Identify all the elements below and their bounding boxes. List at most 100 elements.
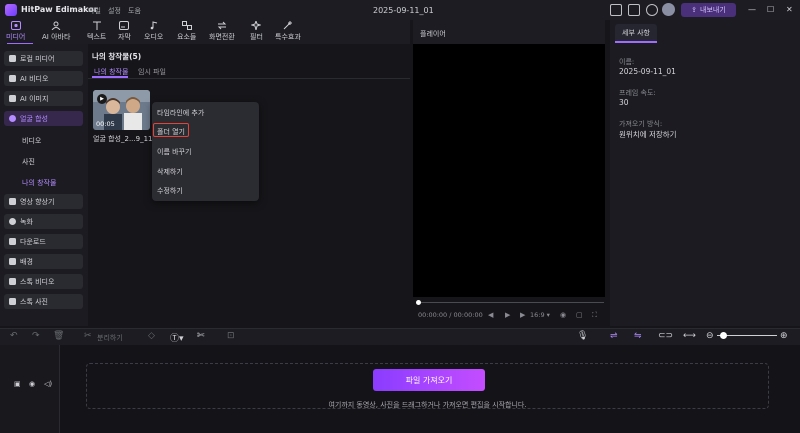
tab-effects-label: 특수효과 <box>275 33 301 41</box>
tab-subtitle[interactable]: 자막 <box>118 21 131 43</box>
import-mode-value: 원위치에 저장하기 <box>619 130 677 139</box>
timecode: 00:00:00 / 00:00:00 <box>418 311 483 319</box>
export-frame-icon[interactable]: ⊡ <box>227 331 235 341</box>
play-icon: ▶ <box>97 94 107 104</box>
project-title: 2025-09-11_01 <box>373 6 434 15</box>
highlight-box <box>153 123 189 137</box>
sidebar-item-ai-video[interactable]: AI 비디오 <box>4 71 83 86</box>
tab-temp-files[interactable]: 임시 파일 <box>138 67 166 77</box>
sidebar-item-label: 영상 향상기 <box>20 197 55 206</box>
import-file-button[interactable]: 파일 가져오기 <box>373 369 485 391</box>
menu-item-rename[interactable]: 이름 바꾸기 <box>157 147 191 157</box>
sidebar-item-ai-image[interactable]: AI 이미지 <box>4 91 83 106</box>
tab-elements[interactable]: 요소들 <box>177 21 196 43</box>
delete-icon[interactable]: 🗑 <box>53 331 64 341</box>
sidebar-sub-my-creations[interactable]: 나의 창작물 <box>22 178 56 188</box>
playhead-handle[interactable] <box>416 300 421 305</box>
sidebar-item-stock-photo[interactable]: 스톡 사진 <box>4 294 83 309</box>
sidebar-sub-video[interactable]: 비디오 <box>22 136 41 146</box>
time-total: 00:00:00 <box>453 311 483 319</box>
tab-details[interactable]: 세부 사항 <box>615 24 657 42</box>
export-button[interactable]: ⇪ 내보내기 <box>681 3 736 17</box>
eye-icon[interactable]: ◉ <box>29 380 35 388</box>
sidebar-sub-photo[interactable]: 사진 <box>22 157 35 167</box>
tab-audio[interactable]: 오디오 <box>144 21 163 43</box>
tab-text-label: 텍스트 <box>87 33 107 41</box>
tab-ai-avatar[interactable]: AI 아바타 <box>42 21 70 43</box>
menu-file[interactable]: 파일 <box>88 6 101 16</box>
feedback-icon[interactable] <box>628 4 640 16</box>
magnet-icon[interactable]: ⇌ <box>610 331 618 341</box>
tab-text[interactable]: 텍스트 <box>87 21 106 43</box>
ai-image-icon <box>9 95 16 102</box>
sidebar-item-label: 로컬 미디어 <box>20 54 55 63</box>
sidebar-item-stock-video[interactable]: 스톡 비디오 <box>4 274 83 289</box>
sidebar-item-record[interactable]: 녹화 <box>4 214 83 229</box>
sidebar-item-label: 얼굴 합성 <box>20 114 48 123</box>
ai-cut-icon[interactable]: ✄ <box>197 331 205 341</box>
export-label: 내보내기 <box>700 6 726 14</box>
fit-icon[interactable]: ⟷ <box>683 331 696 341</box>
enhancer-icon <box>9 198 16 205</box>
layout-icon[interactable] <box>610 4 622 16</box>
sidebar-item-background[interactable]: 배경 <box>4 254 83 269</box>
link-icon[interactable]: ⇋ <box>634 331 642 341</box>
tab-effects[interactable]: 특수효과 <box>275 21 301 43</box>
microphone-icon[interactable]: 🎙 <box>577 331 588 341</box>
menu-settings[interactable]: 설정 <box>108 6 121 16</box>
drop-hint: 여기까지 동영상, 사진을 드래그하거나 가져오면 편집을 시작합니다. <box>328 401 527 409</box>
tab-transition-label: 화면전환 <box>209 33 235 41</box>
speaker-icon[interactable]: ◁) <box>44 380 52 388</box>
tab-filter[interactable]: 필터 <box>250 21 263 43</box>
video-preview <box>413 44 605 297</box>
next-frame-icon[interactable]: ▶ <box>520 311 525 319</box>
crop-icon[interactable]: ▢ <box>576 311 583 319</box>
undo-icon[interactable]: ↶ <box>10 331 18 341</box>
photo-icon <box>9 298 16 305</box>
sidebar-item-label: 배경 <box>20 257 33 266</box>
divider <box>88 78 410 79</box>
shield-icon[interactable]: ◇ <box>148 331 155 341</box>
chain-icon[interactable]: ⊂⊃ <box>658 331 673 341</box>
menu-item-add-to-timeline[interactable]: 타임라인에 추가 <box>157 108 204 118</box>
zoom-in-icon[interactable]: ⊕ <box>780 331 788 341</box>
prev-frame-icon[interactable]: ◀ <box>488 311 493 319</box>
user-avatar[interactable] <box>662 3 675 16</box>
time-current: 00:00:00 <box>418 311 448 319</box>
redo-icon[interactable]: ↷ <box>32 331 40 341</box>
face-icon <box>9 115 16 122</box>
download-icon[interactable] <box>646 4 658 16</box>
effects-icon <box>283 21 292 30</box>
fps-label: 프레임 속도: <box>619 89 656 97</box>
text-tool-icon[interactable]: Ⓣ▾ <box>170 331 184 344</box>
track-lock-icon[interactable]: ▣ <box>14 380 21 388</box>
minimize-icon[interactable]: — <box>748 5 756 14</box>
sidebar-item-download[interactable]: 다운로드 <box>4 234 83 249</box>
app-name: HitPaw Edimakor <box>21 5 98 14</box>
snapshot-icon[interactable]: ◉ <box>560 311 566 319</box>
record-icon <box>9 218 16 225</box>
fullscreen-icon[interactable]: ⛶ <box>592 311 597 320</box>
zoom-out-icon[interactable]: ⊖ <box>706 331 714 341</box>
scissors-icon[interactable]: ✂ <box>84 331 92 341</box>
play-icon <box>9 258 16 265</box>
name-value: 2025-09-11_01 <box>619 67 676 76</box>
sidebar-item-face-swap[interactable]: 얼굴 합성 <box>4 111 83 126</box>
app-logo-icon <box>5 4 17 16</box>
play-icon[interactable]: ▶ <box>505 311 510 319</box>
subtitle-icon <box>119 21 130 30</box>
aspect-ratio-select[interactable]: 16:9 ▾ <box>530 311 550 319</box>
tab-media[interactable]: 미디어 <box>6 21 25 43</box>
sidebar-item-local-media[interactable]: 로컬 미디어 <box>4 51 83 66</box>
close-icon[interactable]: ✕ <box>786 5 793 14</box>
menu-item-delete[interactable]: 삭제하기 <box>157 167 183 177</box>
playhead-track[interactable] <box>418 302 604 303</box>
menu-item-edit[interactable]: 수정하기 <box>157 186 183 196</box>
tab-transition[interactable]: 화면전환 <box>209 21 235 43</box>
sidebar-item-enhancer[interactable]: 영상 향상기 <box>4 194 83 209</box>
music-icon <box>150 21 157 30</box>
maximize-icon[interactable]: ☐ <box>767 5 774 14</box>
zoom-slider-handle[interactable] <box>720 332 727 339</box>
tab-audio-label: 오디오 <box>144 33 164 41</box>
menu-help[interactable]: 도움 <box>128 6 141 16</box>
